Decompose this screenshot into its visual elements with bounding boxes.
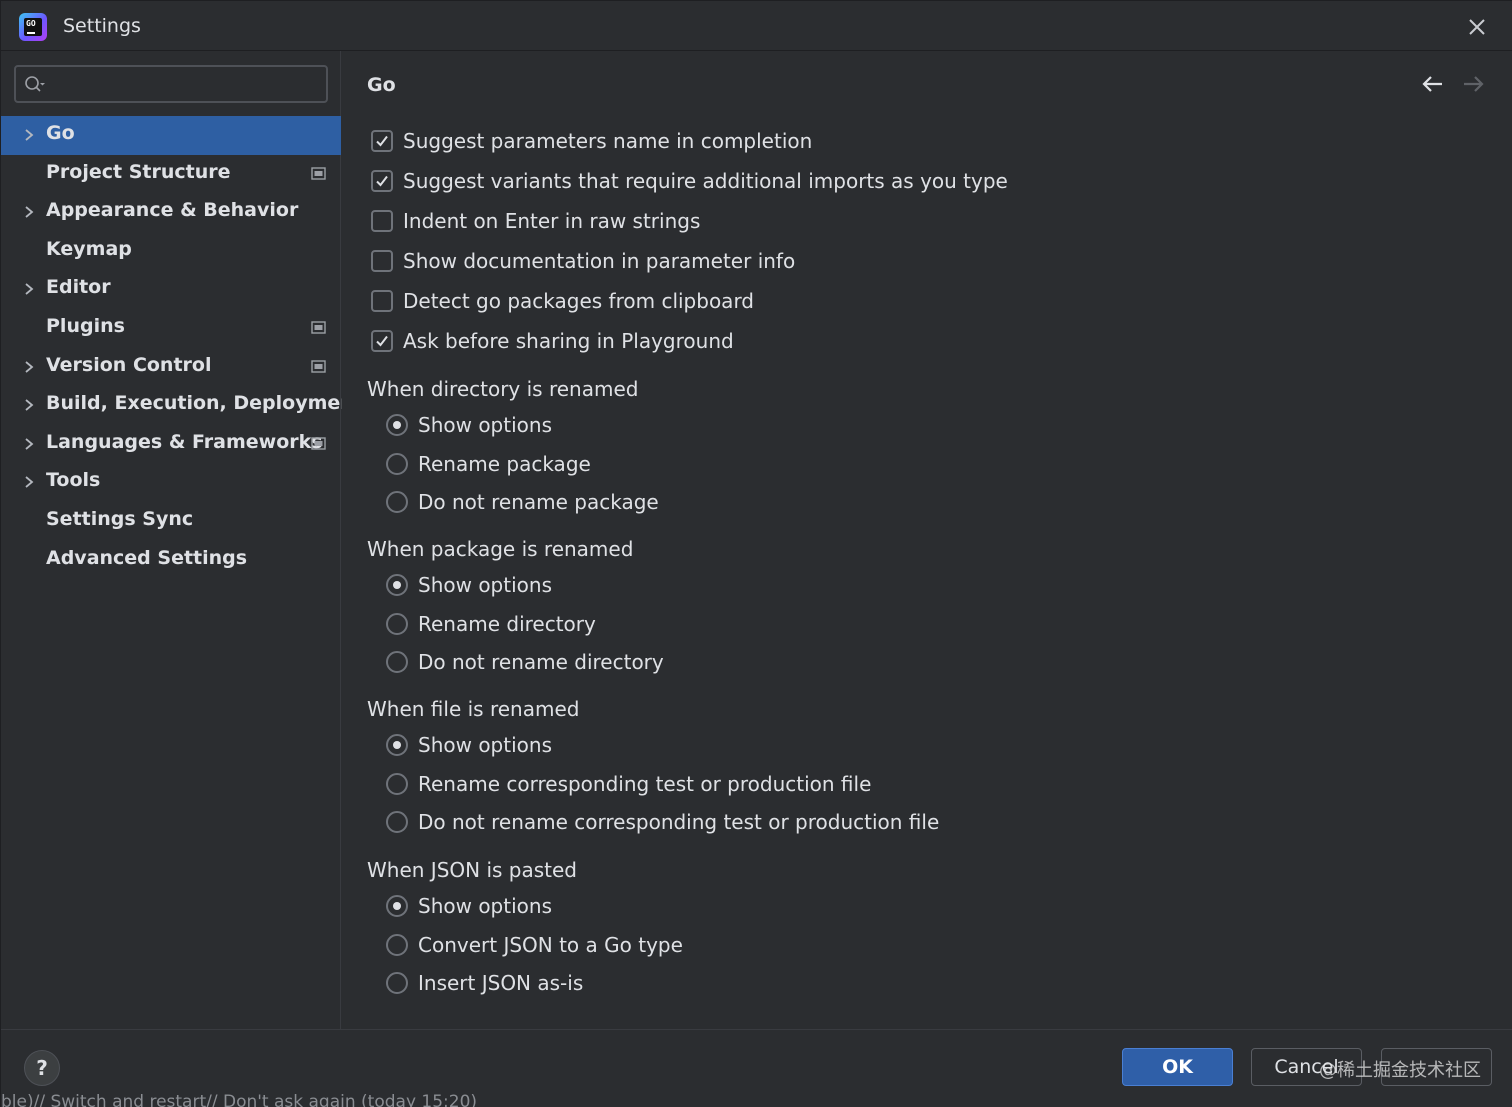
sidebar-item[interactable]: Version Control	[1, 348, 341, 387]
radio-label: Do not rename directory	[418, 650, 664, 674]
sidebar-item-label: Project Structure	[46, 160, 231, 183]
radio-label: Show options	[418, 733, 552, 757]
settings-window: GO Settings Go Project Structure Appearanc…	[0, 0, 1512, 1107]
radio-group-heading: When file is renamed	[367, 697, 580, 721]
radio-label: Rename package	[418, 451, 591, 476]
checkbox-label: Indent on Enter in raw strings	[403, 209, 701, 233]
radio-group-heading: When JSON is pasted	[367, 858, 577, 882]
radio-group-heading: When package is renamed	[367, 537, 634, 561]
radio-unselected[interactable]	[386, 452, 408, 475]
radio-unselected[interactable]	[386, 612, 408, 635]
settings-content: Go Suggest parameters name in completion…	[342, 51, 1512, 1029]
sidebar-item[interactable]: Keymap	[1, 232, 341, 271]
chevron-right-icon[interactable]	[22, 359, 36, 375]
project-level-icon	[311, 437, 326, 450]
radio-label: Show options	[418, 894, 552, 918]
checkbox-unchecked[interactable]	[371, 290, 393, 312]
search-icon	[25, 76, 45, 92]
settings-sidebar: Go Project Structure Appearance & Behavior…	[1, 51, 363, 1029]
radio-selected[interactable]	[386, 574, 408, 596]
radio-unselected[interactable]	[386, 933, 408, 956]
chevron-right-icon[interactable]	[22, 281, 36, 297]
sidebar-item[interactable]: Go	[1, 116, 341, 155]
forward-arrow-icon[interactable]	[1462, 74, 1486, 94]
checkbox-checked[interactable]	[371, 130, 393, 152]
sidebar-item[interactable]: Editor	[1, 270, 341, 309]
chevron-right-icon[interactable]	[22, 436, 36, 452]
sidebar-item[interactable]: Settings Sync	[1, 502, 341, 541]
sidebar-item-label: Go	[46, 122, 75, 144]
help-button[interactable]: ?	[24, 1050, 60, 1086]
status-line: ble)// Switch and restart// Don't ask ag…	[1, 1092, 478, 1107]
sidebar-item-label: Tools	[46, 469, 101, 492]
back-arrow-icon[interactable]	[1420, 74, 1444, 94]
sidebar-item[interactable]: Appearance & Behavior	[1, 193, 341, 232]
sidebar-item[interactable]: Build, Execution, Deployment	[1, 386, 363, 425]
sidebar-item-label: Version Control	[46, 353, 212, 376]
checkbox-label: Ask before sharing in Playground	[403, 329, 734, 353]
project-level-icon	[311, 321, 326, 334]
checkmark-icon	[376, 135, 388, 147]
settings-nav: Go Project Structure Appearance & Behavior…	[1, 116, 363, 580]
chevron-right-icon[interactable]	[22, 127, 36, 143]
sidebar-item-label: Build, Execution, Deployment	[46, 392, 363, 415]
checkmark-icon	[376, 335, 388, 347]
radio-group-heading: When directory is renamed	[367, 377, 639, 401]
close-icon[interactable]	[1463, 13, 1491, 41]
radio-unselected[interactable]	[386, 811, 408, 833]
sidebar-item-label: Editor	[46, 276, 111, 299]
radio-unselected[interactable]	[386, 491, 408, 513]
radio-label: Do not rename corresponding test or prod…	[418, 810, 940, 834]
sidebar-item-label: Keymap	[46, 237, 132, 260]
checkbox-unchecked[interactable]	[371, 250, 393, 272]
radio-selected[interactable]	[386, 895, 408, 917]
radio-label: Convert JSON to a Go type	[418, 932, 683, 957]
checkbox-label: Detect go packages from clipboard	[403, 289, 755, 313]
chevron-right-icon[interactable]	[22, 397, 36, 413]
sidebar-item[interactable]: Advanced Settings	[1, 541, 341, 580]
sidebar-item-label: Languages & Frameworks	[46, 430, 323, 453]
sidebar-item[interactable]: Project Structure	[1, 155, 341, 194]
project-level-icon	[311, 166, 326, 180]
radio-unselected[interactable]	[386, 772, 408, 795]
chevron-right-icon[interactable]	[22, 474, 36, 490]
sidebar-item-label: Appearance & Behavior	[46, 199, 299, 222]
watermark-text: @稀土掘金技术社区	[1319, 1060, 1481, 1081]
radio-label: Rename directory	[418, 611, 596, 636]
radio-label: Show options	[418, 573, 552, 597]
sidebar-item[interactable]: Languages & Frameworks	[1, 425, 341, 464]
radio-unselected[interactable]	[386, 972, 408, 994]
goland-logo-icon: GO	[19, 13, 47, 41]
checkmark-icon	[376, 175, 388, 187]
checkbox-label: Suggest variants that require additional…	[403, 169, 1008, 193]
radio-label: Insert JSON as-is	[418, 971, 584, 995]
ok-button[interactable]: OK	[1122, 1048, 1233, 1086]
dialog-footer: ? OK Cancel @稀土掘金技术社区 ble)// Switch and …	[1, 1029, 1512, 1107]
checkbox-checked[interactable]	[371, 170, 393, 192]
project-level-icon	[311, 359, 326, 373]
title-bar: GO Settings	[1, 1, 1512, 51]
sidebar-item-label: Settings Sync	[46, 507, 194, 530]
radio-selected[interactable]	[386, 734, 408, 756]
page-title: Go	[367, 74, 396, 96]
checkbox-label: Show documentation in parameter info	[403, 249, 796, 273]
radio-label: Rename corresponding test or production …	[418, 771, 872, 796]
sidebar-item[interactable]: Plugins	[1, 309, 341, 348]
checkbox-unchecked[interactable]	[371, 210, 393, 232]
radio-label: Do not rename package	[418, 490, 659, 514]
checkbox-checked[interactable]	[371, 330, 393, 352]
sidebar-item[interactable]: Tools	[1, 463, 341, 502]
radio-unselected[interactable]	[386, 651, 408, 673]
sidebar-item-label: Plugins	[46, 314, 125, 337]
checkbox-label: Suggest parameters name in completion	[403, 129, 813, 153]
sidebar-item-label: Advanced Settings	[46, 546, 248, 569]
search-input[interactable]	[14, 65, 328, 103]
radio-label: Show options	[418, 413, 552, 437]
chevron-right-icon[interactable]	[22, 204, 36, 220]
radio-selected[interactable]	[386, 414, 408, 436]
window-title: Settings	[63, 15, 141, 37]
